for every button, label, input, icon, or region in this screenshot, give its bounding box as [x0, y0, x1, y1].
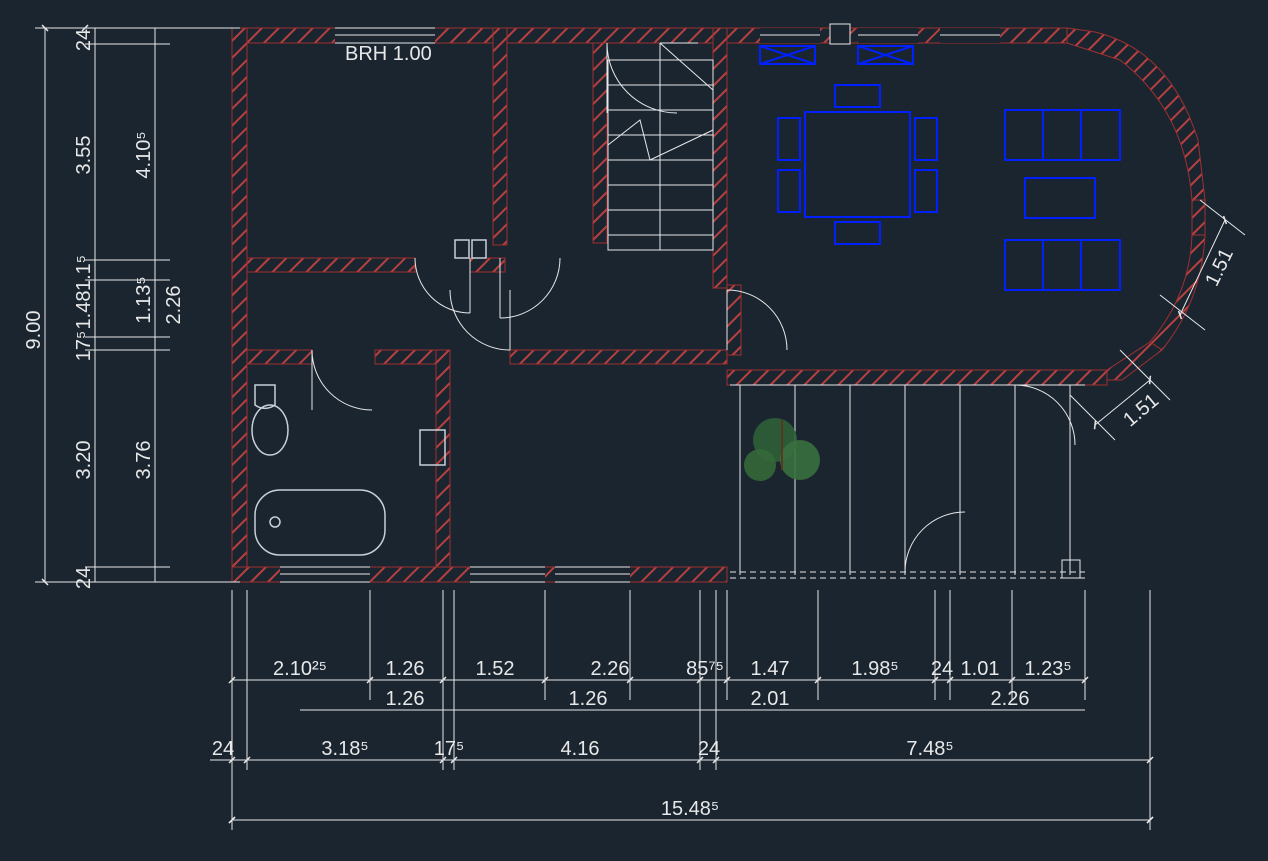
svg-text:17⁵: 17⁵ — [434, 738, 465, 760]
dims-horizontal: 2.10²⁵ 1.26 1.52 2.26 85⁷⁵ 1.47 1.98⁵ 24… — [210, 590, 1153, 830]
interior-detail — [280, 24, 1085, 582]
svg-text:9.00: 9.00 — [23, 311, 45, 350]
svg-text:1.01: 1.01 — [961, 658, 1000, 680]
svg-text:17⁵: 17⁵ — [73, 331, 95, 362]
svg-text:24: 24 — [73, 567, 95, 589]
svg-text:2.01: 2.01 — [751, 688, 790, 710]
svg-text:1.98⁵: 1.98⁵ — [851, 658, 898, 680]
stairs — [608, 43, 713, 250]
svg-text:3.55: 3.55 — [73, 136, 95, 175]
svg-text:1.52: 1.52 — [476, 658, 515, 680]
svg-text:1.51: 1.51 — [1119, 389, 1163, 431]
bathroom-fixtures — [252, 240, 486, 555]
svg-text:3.20: 3.20 — [73, 441, 95, 480]
sofa-set — [1005, 110, 1120, 290]
svg-text:4.10⁵: 4.10⁵ — [133, 131, 155, 178]
room-label-brh: BRH 1.00 — [345, 43, 432, 65]
svg-text:1.13⁵: 1.13⁵ — [133, 276, 155, 323]
svg-text:3.76: 3.76 — [133, 441, 155, 480]
svg-text:15.48⁵: 15.48⁵ — [661, 798, 719, 820]
svg-text:1.23⁵: 1.23⁵ — [1024, 658, 1071, 680]
svg-text:1.26: 1.26 — [386, 688, 425, 710]
walls — [232, 28, 1205, 582]
svg-text:2.26: 2.26 — [591, 658, 630, 680]
svg-text:4.16: 4.16 — [561, 738, 600, 760]
svg-text:2.26: 2.26 — [991, 688, 1030, 710]
svg-text:24: 24 — [73, 29, 95, 51]
svg-text:1.51: 1.51 — [1201, 245, 1238, 290]
svg-text:1.48: 1.48 — [73, 291, 95, 330]
floor-plan-drawing: BRH 1.00 9.00 24 3.55 1.1⁵ 1.48 17⁵ 3.20… — [0, 0, 1268, 861]
svg-text:7.48⁵: 7.48⁵ — [906, 738, 953, 760]
svg-text:24: 24 — [931, 658, 953, 680]
svg-text:2.26: 2.26 — [163, 286, 185, 325]
pergola — [730, 385, 1085, 578]
svg-text:1.1⁵: 1.1⁵ — [73, 255, 95, 291]
plant-icon — [744, 418, 820, 481]
dims-angled-right: 1.51 1.51 — [1070, 200, 1245, 440]
svg-text:24: 24 — [212, 738, 234, 760]
svg-text:2.10²⁵: 2.10²⁵ — [273, 658, 327, 680]
dining-set — [778, 85, 937, 244]
svg-text:1.47: 1.47 — [751, 658, 790, 680]
svg-text:1.26: 1.26 — [569, 688, 608, 710]
dims-vertical: 9.00 24 3.55 1.1⁵ 1.48 17⁵ 3.20 24 4.10⁵… — [23, 28, 240, 589]
svg-text:85⁷⁵: 85⁷⁵ — [686, 658, 724, 680]
svg-text:1.26: 1.26 — [386, 658, 425, 680]
svg-text:24: 24 — [698, 738, 720, 760]
svg-text:3.18⁵: 3.18⁵ — [321, 738, 368, 760]
